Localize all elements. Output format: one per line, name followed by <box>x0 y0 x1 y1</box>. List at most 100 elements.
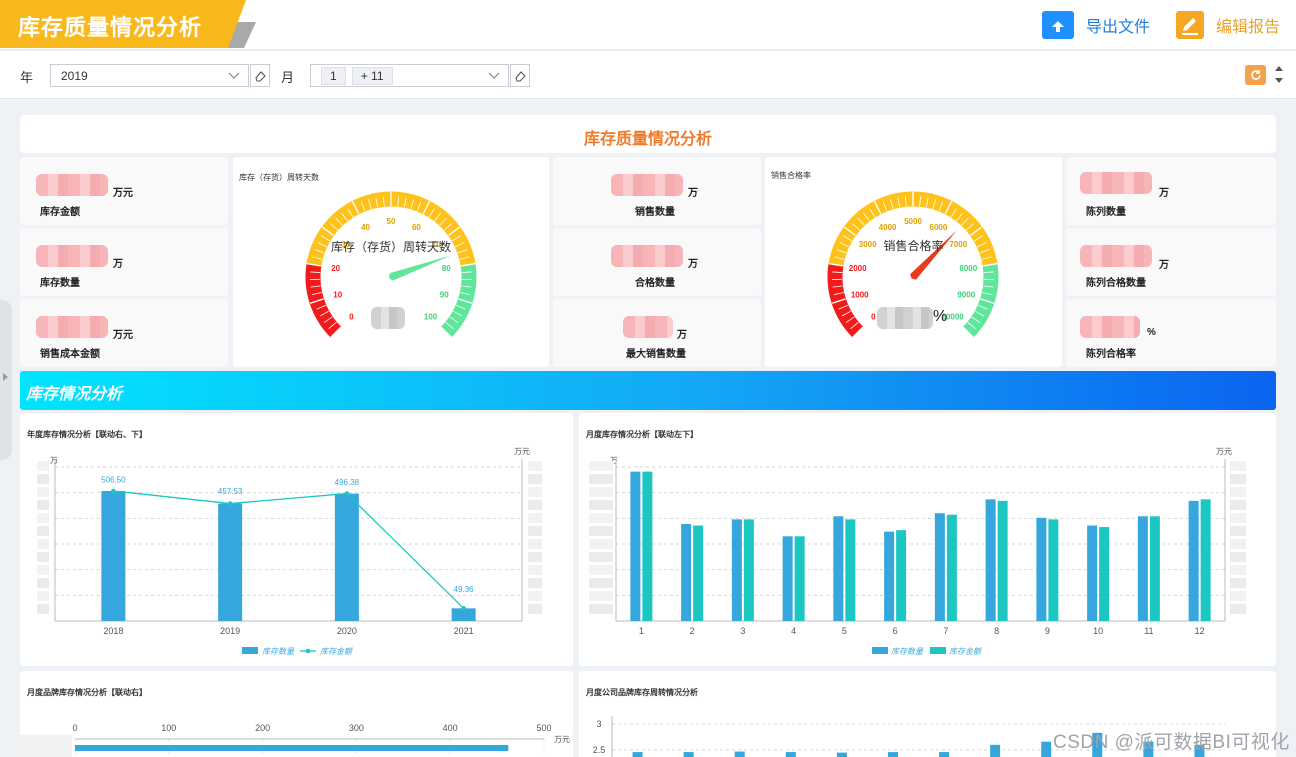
blurred-value <box>623 316 673 338</box>
x-tick-label: 2018 <box>103 626 123 636</box>
title-tab: 库存质量情况分析 <box>0 0 256 48</box>
x-tick-label: 400 <box>443 723 458 733</box>
monthly-chart: 1 2 3 4 5 6 7 8 9 10 11 12库存数量 库存金额 <box>589 459 1246 656</box>
bar <box>1149 516 1160 621</box>
blurred-axis-label <box>37 539 49 549</box>
bar <box>101 490 126 621</box>
month-tag-more[interactable]: + 11 <box>351 66 393 85</box>
y-tick-label: 3 <box>596 719 601 729</box>
bar <box>743 519 754 621</box>
blurred-axis-label <box>20 735 72 757</box>
blurred-value <box>1080 172 1152 194</box>
data-label: 457.53 <box>218 487 243 496</box>
bar <box>642 471 653 621</box>
kpi-card-sales-cost: 万元 销售成本金额 <box>20 299 228 367</box>
line-point <box>227 501 233 506</box>
kpi-label: 合格数量 <box>635 278 675 289</box>
bar <box>632 752 643 757</box>
blurred-axis-label <box>589 591 613 601</box>
yearly-inventory-panel: 年度库存情况分析【联动右、下】 万 万元 2018 506.50 2019 457.5… <box>20 413 573 666</box>
gauge-card-sales-rate: 销售合格率 0 1000 2000 3000 4000 5000 6000 7000 8000 9… <box>765 157 1062 367</box>
month-select[interactable]: 1 + 11 <box>310 64 509 87</box>
gauge-band-1 <box>828 191 998 267</box>
legend-swatch <box>242 647 258 654</box>
gauge-tick-label: 0 <box>349 313 354 322</box>
x-tick-label: 5 <box>842 626 847 636</box>
blurred-axis-label <box>37 604 49 614</box>
blurred-axis-label <box>528 513 542 523</box>
x-tick-label: 0 <box>72 723 77 733</box>
x-tick-label: 3 <box>740 626 745 636</box>
brand-chart: 0 100 200 300 400 500 <box>20 723 552 757</box>
bar <box>887 752 898 757</box>
x-tick-label: 300 <box>349 723 364 733</box>
filter-bar: 年 2019 月 1 + 11 <box>0 51 1296 99</box>
kpi-section-title: 库存质量情况分析 <box>583 131 712 148</box>
blurred-axis-label <box>589 578 613 588</box>
gauge-tick-label: 5000 <box>904 217 922 226</box>
blurred-axis-label <box>589 513 613 523</box>
blurred-axis-label <box>589 474 613 484</box>
blurred-axis-label <box>37 474 49 484</box>
blurred-value <box>36 174 108 196</box>
blurred-axis-label <box>528 604 542 614</box>
gauge-tick-label: 60 <box>412 223 421 232</box>
x-tick-label: 100 <box>161 723 176 733</box>
x-tick-label: 8 <box>994 626 999 636</box>
gauge-card-turnover-days: 库存（存货）周转天数 0 10 20 30 40 50 60 70 80 90 100 库存（存货）… <box>233 157 549 367</box>
month-clear-button[interactable] <box>510 64 530 87</box>
legend-label: 库存金额 <box>949 647 983 656</box>
kpi-label: 销售成本金额 <box>40 349 100 360</box>
blurred-axis-label <box>528 487 542 497</box>
x-tick-label: 4 <box>791 626 796 636</box>
bar <box>630 471 641 621</box>
bar <box>782 536 793 621</box>
line-point <box>461 606 466 611</box>
bar <box>1200 499 1211 621</box>
x-tick-label: 500 <box>536 723 551 733</box>
gauge-tick-label: 8000 <box>959 264 977 273</box>
x-tick-label: 12 <box>1195 626 1205 636</box>
kpi-unit: 万 <box>688 188 698 199</box>
bar <box>75 745 509 751</box>
export-file-button[interactable]: 导出文件 <box>1042 10 1150 40</box>
month-tag[interactable]: 1 <box>321 66 346 85</box>
bar <box>833 516 844 621</box>
bar <box>683 752 694 757</box>
blurred-axis-label <box>1230 552 1246 562</box>
blurred-axis-label <box>528 461 542 471</box>
blurred-axis-label <box>1230 565 1246 575</box>
refresh-icon <box>1250 70 1261 80</box>
gauge-tick-label: 0 <box>871 313 876 322</box>
refresh-button[interactable] <box>1245 65 1266 85</box>
blurred-gauge-value <box>371 307 405 329</box>
eraser-icon <box>255 70 266 82</box>
blurred-axis-label <box>37 461 49 471</box>
bar <box>990 744 1001 757</box>
bar <box>845 519 856 621</box>
blurred-axis-label <box>528 578 542 588</box>
line-point <box>344 491 350 496</box>
blurred-axis-label <box>1230 604 1246 614</box>
bar <box>731 519 742 621</box>
bar <box>1087 525 1098 621</box>
arrow-down-icon <box>1275 78 1283 83</box>
bar <box>693 525 704 621</box>
year-select[interactable]: 2019 <box>50 64 249 87</box>
bar <box>1036 517 1047 621</box>
x-tick-label: 2019 <box>220 626 240 636</box>
gauge-tick-label: 2000 <box>849 264 867 273</box>
scroll-stepper[interactable] <box>1275 65 1283 88</box>
year-clear-button[interactable] <box>250 64 270 87</box>
blurred-value <box>1080 316 1140 338</box>
section-banner: 库存情况分析 <box>20 371 1276 410</box>
gauge-tick-label: 4000 <box>879 223 897 232</box>
bar <box>794 536 805 621</box>
side-panel-toggle[interactable] <box>0 300 12 460</box>
chevron-down-icon <box>228 69 240 84</box>
x-tick-label: 7 <box>943 626 948 636</box>
edit-report-button[interactable]: 编辑报告 <box>1176 10 1280 40</box>
blurred-axis-label <box>37 526 49 536</box>
gauge-tick-label: 90 <box>440 290 449 299</box>
kpi-card-sales-qty: 万 销售数量 <box>553 157 761 225</box>
